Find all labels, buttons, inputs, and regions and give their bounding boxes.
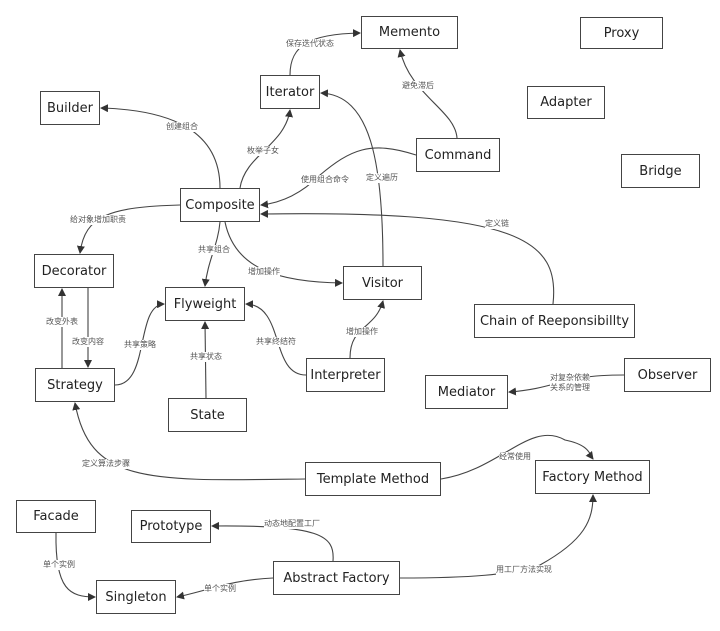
- edge-label: 创建组合: [166, 122, 198, 132]
- node-prototype[interactable]: Prototype: [131, 510, 211, 543]
- edge-label: 改变外表: [46, 317, 78, 327]
- node-template-method[interactable]: Template Method: [305, 462, 441, 496]
- edge-composite-visitor: [224, 221, 343, 287]
- edge-label: 枚举子女: [247, 146, 279, 156]
- node-observer[interactable]: Observer: [624, 358, 711, 392]
- edge-abstract-prototype: [211, 521, 334, 562]
- edge-label: 增加操作: [248, 267, 280, 277]
- edge-label: 共享组合: [198, 245, 230, 255]
- node-bridge[interactable]: Bridge: [621, 154, 700, 188]
- edge-label: 共享状态: [190, 352, 222, 362]
- edge-label: 单个实例: [43, 560, 75, 570]
- node-proxy[interactable]: Proxy: [580, 17, 663, 49]
- edge-label: 经常使用: [499, 452, 531, 462]
- node-composite[interactable]: Composite: [180, 188, 260, 222]
- edge-label: 增加操作: [346, 327, 378, 337]
- edge-label: 保存迭代状态: [286, 39, 334, 49]
- edge-label: 共享策略: [124, 340, 156, 350]
- node-state[interactable]: State: [168, 398, 247, 432]
- node-builder[interactable]: Builder: [40, 91, 100, 125]
- edge-label: 避免滞后: [402, 81, 434, 91]
- node-factory-method[interactable]: Factory Method: [535, 460, 650, 494]
- edge-label: 定义遍历: [366, 173, 398, 183]
- edge-label: 改变内容: [72, 337, 104, 347]
- edge-label: 对复杂依赖 关系的管理: [550, 373, 590, 393]
- node-flyweight[interactable]: Flyweight: [165, 287, 245, 321]
- node-strategy[interactable]: Strategy: [35, 368, 115, 402]
- edge-label: 动态地配置工厂: [264, 519, 320, 529]
- node-interpreter[interactable]: Interpreter: [306, 358, 385, 392]
- node-iterator[interactable]: Iterator: [260, 75, 320, 109]
- node-mediator[interactable]: Mediator: [425, 375, 508, 409]
- edge-composite-builder: [100, 104, 221, 189]
- edge-label: 单个实例: [204, 584, 236, 594]
- edge-command-memento: [397, 49, 458, 139]
- edge-label: 共享终结符: [256, 337, 296, 347]
- node-abstract-factory[interactable]: Abstract Factory: [273, 561, 400, 595]
- node-decorator[interactable]: Decorator: [34, 254, 114, 288]
- node-facade[interactable]: Facade: [16, 500, 96, 533]
- edge-label: 使用组合命令: [301, 175, 349, 185]
- edge-label: 定义算法步骤: [82, 459, 130, 469]
- edge-label: 用工厂方法实现: [496, 565, 552, 575]
- edge-label: 给对象增加职责: [70, 215, 126, 225]
- node-adapter[interactable]: Adapter: [527, 86, 605, 119]
- edge-label: 定义链: [485, 219, 509, 229]
- node-chain-of-responsibility[interactable]: Chain of Reeponsibillty: [474, 304, 635, 338]
- node-memento[interactable]: Memento: [361, 16, 458, 49]
- node-command[interactable]: Command: [416, 138, 500, 172]
- node-visitor[interactable]: Visitor: [343, 266, 422, 300]
- node-singleton[interactable]: Singleton: [96, 580, 176, 614]
- design-pattern-diagram: Memento Proxy Iterator Builder Adapter C…: [0, 0, 720, 631]
- edge-composite-decorator: [76, 204, 181, 254]
